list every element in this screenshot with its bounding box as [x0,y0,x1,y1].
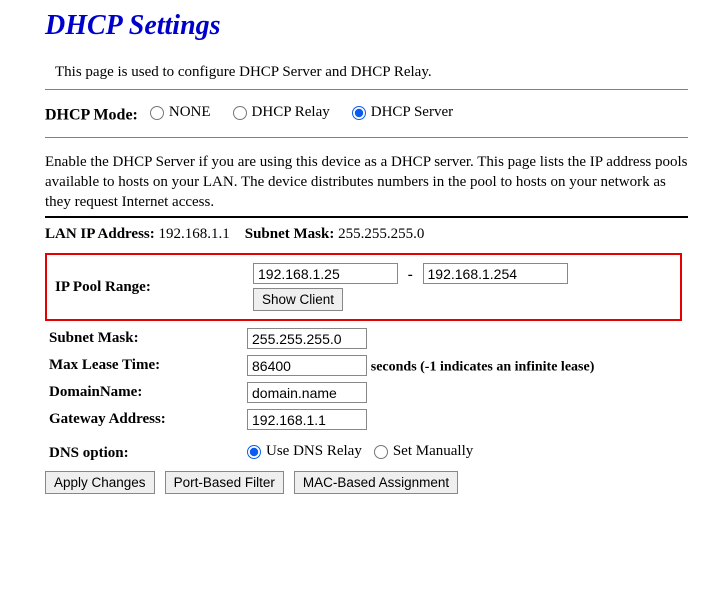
max-lease-label: Max Lease Time: [45,352,243,379]
gateway-input[interactable] [247,409,367,430]
page-title: DHCP Settings [45,10,688,42]
dhcp-mode-none[interactable]: NONE [150,104,211,121]
mode-note: Enable the DHCP Server if you are using … [45,152,688,213]
page-description: This page is used to configure DHCP Serv… [55,64,688,81]
port-based-filter-button[interactable]: Port-Based Filter [165,471,284,494]
max-lease-input[interactable] [247,355,367,376]
domain-name-input[interactable] [247,382,367,403]
domain-name-label: DomainName: [45,379,243,406]
mac-based-assignment-button[interactable]: MAC-Based Assignment [294,471,458,494]
dns-set-manually[interactable]: Set Manually [374,443,473,460]
dhcp-mode-relay[interactable]: DHCP Relay [233,104,330,121]
ip-pool-highlight: IP Pool Range: - Show Client [45,253,682,321]
divider [45,89,688,90]
lan-mask-value: 255.255.255.0 [338,226,424,242]
show-client-button[interactable]: Show Client [253,288,343,311]
radio-dns-manual[interactable] [374,445,388,459]
divider [45,137,688,138]
range-dash: - [402,267,419,284]
subnet-mask-label: Subnet Mask: [45,325,243,352]
lease-hint: seconds (-1 indicates an infinite lease) [371,360,595,375]
radio-none-label: NONE [169,104,211,121]
lan-mask-label: Subnet Mask: [245,226,335,242]
divider-thick [45,216,688,218]
radio-server[interactable] [352,106,366,120]
gateway-label: Gateway Address: [45,406,243,433]
ip-pool-to-input[interactable] [423,263,568,284]
ip-pool-from-input[interactable] [253,263,398,284]
radio-server-label: DHCP Server [371,104,453,121]
dns-use-relay[interactable]: Use DNS Relay [247,443,362,460]
radio-relay[interactable] [233,106,247,120]
radio-relay-label: DHCP Relay [252,104,330,121]
radio-dns-manual-label: Set Manually [393,443,473,460]
radio-dns-relay-label: Use DNS Relay [266,443,362,460]
lan-ip-value: 192.168.1.1 [159,226,230,242]
subnet-mask-input[interactable] [247,328,367,349]
lan-ip-label: LAN IP Address: [45,226,155,242]
dns-option-label: DNS option: [45,433,243,467]
ip-pool-range-label: IP Pool Range: [51,261,249,313]
dhcp-mode-server[interactable]: DHCP Server [352,104,453,121]
lan-info: LAN IP Address: 192.168.1.1 Subnet Mask:… [45,226,688,243]
dhcp-mode-label: DHCP Mode: [45,107,138,124]
apply-changes-button[interactable]: Apply Changes [45,471,155,494]
radio-none[interactable] [150,106,164,120]
radio-dns-relay[interactable] [247,445,261,459]
